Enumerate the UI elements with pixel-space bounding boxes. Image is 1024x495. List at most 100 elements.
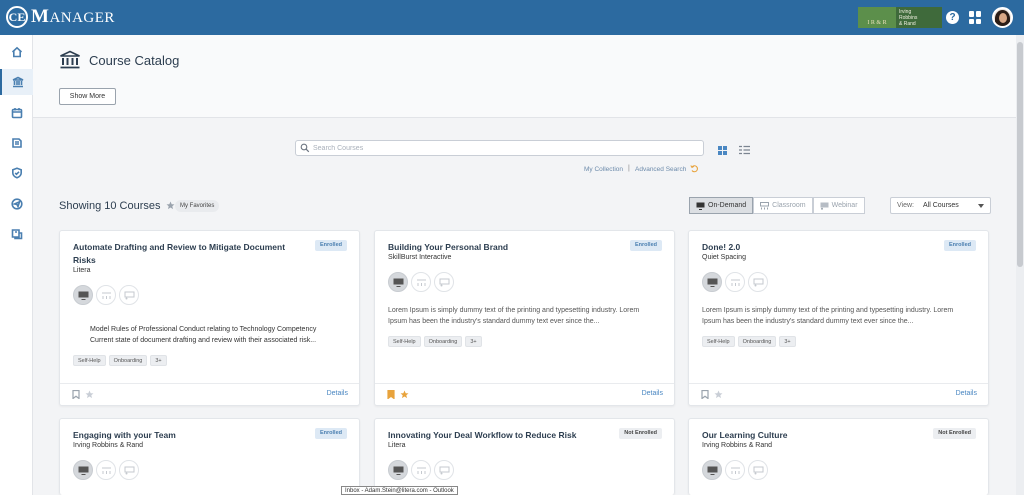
app-logo[interactable]: CE MANAGER <box>6 6 115 28</box>
help-icon[interactable]: ? <box>946 11 959 24</box>
classroom-format-icon <box>96 460 116 480</box>
on-demand-format-icon <box>702 460 722 480</box>
search-icon <box>300 143 310 153</box>
details-link[interactable]: Details <box>642 390 663 397</box>
course-provider: Irving Robbins & Rand <box>73 442 144 449</box>
course-card[interactable]: Building Your Personal Brand SkillBurst … <box>374 230 675 406</box>
course-description: Lorem Ipsum is simply dummy text of the … <box>388 307 640 325</box>
status-badge: Enrolled <box>943 240 976 251</box>
webinar-format-icon <box>434 272 454 292</box>
status-badge: Enrolled <box>314 428 347 439</box>
course-type-toggle: On-Demand Classroom Webinar <box>689 197 865 214</box>
list-view-icon[interactable] <box>739 145 750 155</box>
star-icon[interactable] <box>85 390 94 399</box>
course-title[interactable]: Done! 2.0 <box>702 241 927 254</box>
bullet-item: Current state of document drafting and r… <box>90 335 345 346</box>
nav-calendar[interactable] <box>0 100 33 126</box>
card-footer: Details <box>375 383 674 405</box>
format-icons <box>73 285 142 305</box>
monitor-icon <box>696 202 705 210</box>
status-badge: Not Enrolled <box>933 428 976 439</box>
course-title[interactable]: Engaging with your Team <box>73 429 298 442</box>
webinar-format-icon <box>434 460 454 480</box>
course-card[interactable]: Engaging with your Team Irving Robbins &… <box>59 418 360 495</box>
tag[interactable]: 3+ <box>150 355 167 366</box>
details-link[interactable]: Details <box>327 390 348 397</box>
calendar-icon <box>11 108 22 119</box>
course-title[interactable]: Our Learning Culture <box>702 429 927 442</box>
filter-on-demand[interactable]: On-Demand <box>689 197 754 214</box>
tag[interactable]: Self-Help <box>73 355 106 366</box>
chevron-down-icon <box>978 204 984 208</box>
organization-logo: I R & R Irving Robbins & Rand <box>858 7 942 28</box>
on-demand-format-icon <box>388 460 408 480</box>
filter-webinar[interactable]: Webinar <box>812 197 865 214</box>
bookmark-icon[interactable] <box>72 390 80 399</box>
course-provider: Quiet Spacing <box>702 254 746 261</box>
course-title[interactable]: Innovating Your Deal Workflow to Reduce … <box>388 429 613 442</box>
tag-list: Self-Help Onboarding 3+ <box>702 336 799 347</box>
details-link[interactable]: Details <box>956 390 977 397</box>
star-icon <box>166 201 175 210</box>
org-logo-name: Irving Robbins & Rand <box>899 8 918 27</box>
status-badge: Enrolled <box>314 240 347 251</box>
nav-compliance[interactable] <box>0 160 33 186</box>
webinar-icon <box>820 202 829 210</box>
tag[interactable]: 3+ <box>779 336 796 347</box>
bookmark-icon[interactable] <box>701 390 709 399</box>
transcript-icon <box>11 138 22 148</box>
course-bullets: Model Rules of Professional Conduct rela… <box>90 324 345 346</box>
star-icon[interactable] <box>714 390 723 399</box>
webinar-format-icon <box>119 460 139 480</box>
tag[interactable]: Self-Help <box>702 336 735 347</box>
course-title[interactable]: Building Your Personal Brand <box>388 241 613 254</box>
classroom-icon <box>760 201 770 209</box>
home-icon <box>11 46 22 58</box>
grid-view-icon[interactable] <box>718 146 728 155</box>
nav-transcript[interactable] <box>0 130 33 156</box>
nav-catalog[interactable] <box>0 69 33 95</box>
format-icons <box>388 272 457 292</box>
format-icons <box>388 460 457 480</box>
logo-text: MANAGER <box>31 6 115 27</box>
course-card[interactable]: Our Learning Culture Irving Robbins & Ra… <box>688 418 989 495</box>
bullet-item: Model Rules of Professional Conduct rela… <box>90 324 345 335</box>
course-card[interactable]: Innovating Your Deal Workflow to Reduce … <box>374 418 675 495</box>
webinar-format-icon <box>119 285 139 305</box>
star-icon[interactable] <box>400 390 409 399</box>
tag[interactable]: Onboarding <box>737 336 777 347</box>
course-title[interactable]: Automate Drafting and Review to Mitigate… <box>73 241 298 267</box>
nav-send[interactable] <box>0 191 33 217</box>
view-select[interactable]: View: All Courses <box>890 197 991 214</box>
side-navigation <box>0 35 33 495</box>
send-icon <box>10 198 23 210</box>
classroom-format-icon <box>96 285 116 305</box>
advanced-search-link[interactable]: Advanced Search <box>635 166 686 173</box>
course-card[interactable]: Automate Drafting and Review to Mitigate… <box>59 230 360 406</box>
my-favorites-filter[interactable]: My Favorites <box>175 200 220 212</box>
tag[interactable]: Self-Help <box>388 336 421 347</box>
show-more-button[interactable]: Show More <box>59 88 116 105</box>
classroom-format-icon <box>411 460 431 480</box>
tag-list: Self-Help Onboarding 3+ <box>388 336 485 347</box>
logo-mark: CE <box>6 6 28 28</box>
nav-home[interactable] <box>0 39 33 65</box>
card-footer: Details <box>60 383 359 405</box>
status-badge: Enrolled <box>629 240 662 251</box>
filter-classroom[interactable]: Classroom <box>753 197 813 214</box>
course-provider: SkillBurst Interactive <box>388 254 452 261</box>
course-card[interactable]: Done! 2.0 Quiet Spacing Enrolled Lorem I… <box>688 230 989 406</box>
course-provider: Irving Robbins & Rand <box>702 442 773 449</box>
apps-grid-icon[interactable] <box>969 11 982 24</box>
search-input[interactable] <box>313 142 698 154</box>
scrollbar-thumb[interactable] <box>1017 42 1023 267</box>
tag[interactable]: Onboarding <box>108 355 148 366</box>
tag[interactable]: 3+ <box>465 336 482 347</box>
reset-icon[interactable] <box>690 164 699 173</box>
classroom-format-icon <box>725 460 745 480</box>
my-collection-link[interactable]: My Collection <box>584 166 623 173</box>
user-avatar[interactable] <box>992 7 1013 28</box>
tag[interactable]: Onboarding <box>423 336 463 347</box>
bookmark-icon[interactable] <box>387 390 395 399</box>
nav-certificates[interactable] <box>0 221 33 247</box>
